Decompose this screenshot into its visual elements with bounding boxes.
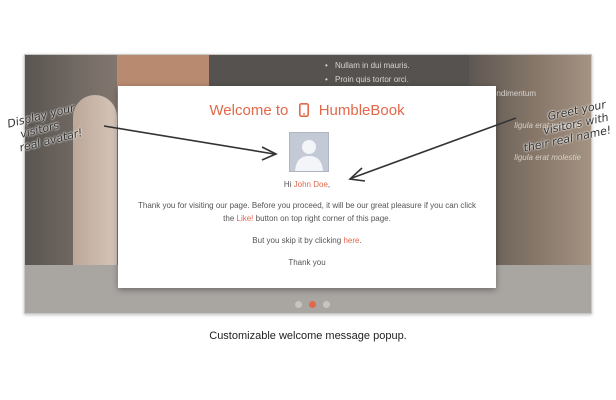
- brand-name: HumbleBook: [318, 102, 405, 119]
- slider-dot[interactable]: [295, 301, 302, 308]
- line2-suffix: button on top right corner of this page.: [255, 214, 391, 223]
- background-list-item: Proin quis tortor orci.: [325, 73, 536, 87]
- avatar-placeholder-icon: [289, 132, 329, 172]
- title-prefix: Welcome to: [209, 102, 289, 119]
- like-link[interactable]: Like!: [237, 214, 254, 223]
- greeting-suffix: ,: [327, 180, 331, 189]
- slider-dot[interactable]: [323, 301, 330, 308]
- line2-prefix: the: [223, 214, 235, 223]
- skip-link[interactable]: here: [343, 236, 359, 245]
- message-line-2: the Like! button on top right corner of …: [118, 213, 496, 225]
- greeting-line: Hi John Doe,: [118, 179, 496, 191]
- phone-icon: [298, 103, 309, 121]
- slider-dots: [295, 301, 335, 311]
- caption: Customizable welcome message popup.: [209, 330, 407, 342]
- user-name: John Doe: [293, 180, 328, 189]
- skip-prefix: But you skip it by clicking: [252, 236, 342, 245]
- welcome-popup: Welcome to HumbleBook Hi John Doe, Thank…: [118, 86, 496, 288]
- slider-dot-active[interactable]: [309, 301, 316, 308]
- greeting-prefix: Hi: [283, 180, 292, 189]
- popup-title: Welcome to HumbleBook: [118, 102, 496, 121]
- skip-line: But you skip it by clicking here.: [118, 235, 496, 247]
- skip-suffix: .: [359, 236, 362, 245]
- background-list-item: Nullam in dui mauris.: [325, 59, 536, 73]
- closing-line: Thank you: [288, 258, 326, 267]
- message-line-1: Thank you for visiting our page. Before …: [138, 201, 476, 210]
